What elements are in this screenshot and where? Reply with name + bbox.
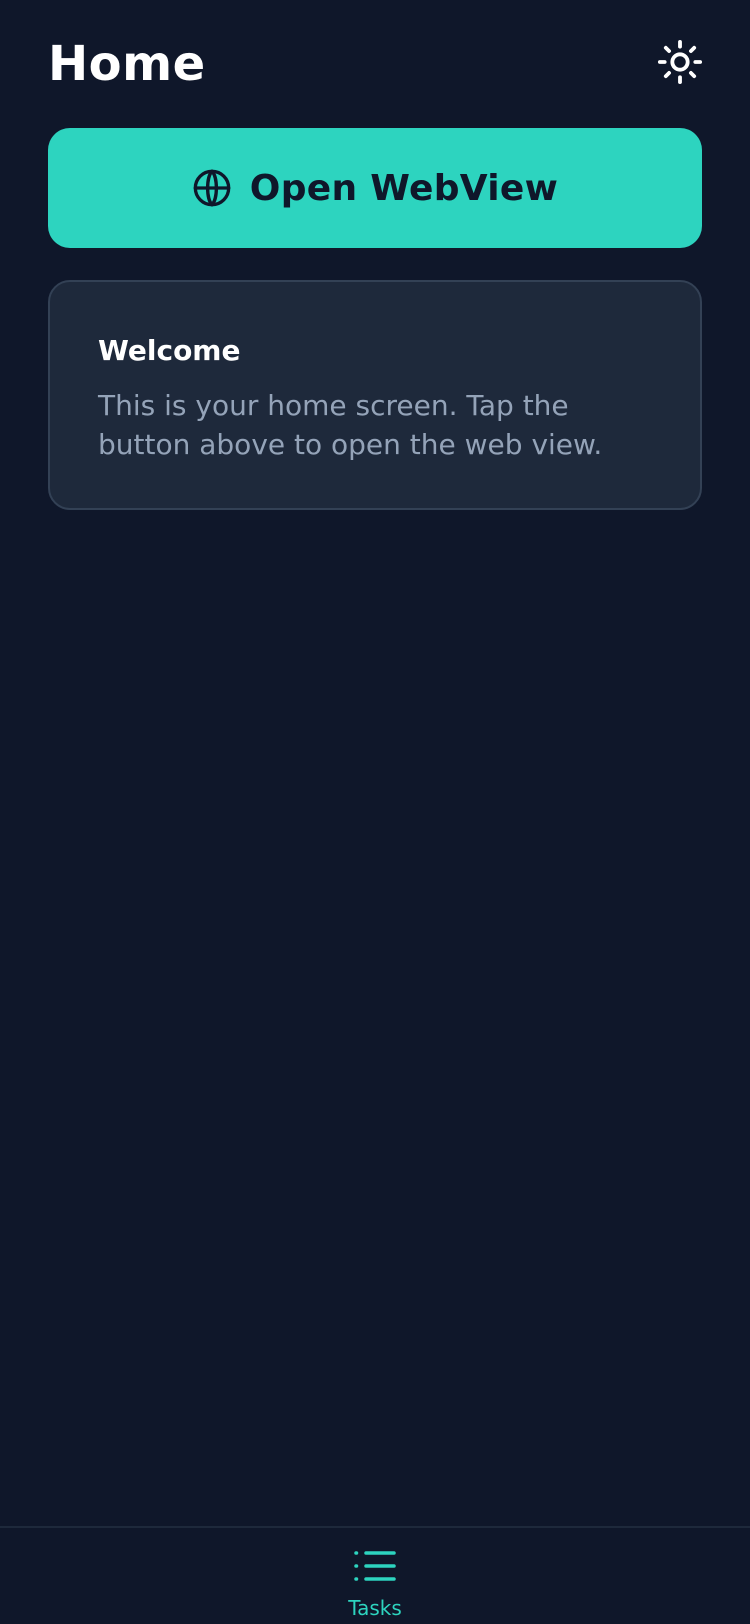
welcome-card: Welcome This is your home screen. Tap th… xyxy=(48,280,702,510)
home-screen: Home Open WebView Welcome This is your h… xyxy=(0,0,750,1624)
welcome-card-title: Welcome xyxy=(98,334,241,367)
list-icon xyxy=(353,1548,397,1588)
tab-tasks[interactable]: Tasks xyxy=(315,1548,435,1620)
sun-icon xyxy=(657,39,703,89)
bottom-tab-bar: Tasks xyxy=(0,1526,750,1624)
theme-toggle-button[interactable] xyxy=(654,38,706,90)
page-title: Home xyxy=(48,36,206,92)
open-webview-label: Open WebView xyxy=(249,167,559,209)
open-webview-button[interactable]: Open WebView xyxy=(48,128,702,248)
tab-tasks-label: Tasks xyxy=(348,1596,402,1620)
globe-icon xyxy=(192,168,232,208)
welcome-card-body: This is your home screen. Tap the button… xyxy=(98,389,603,461)
header: Home xyxy=(48,28,703,100)
